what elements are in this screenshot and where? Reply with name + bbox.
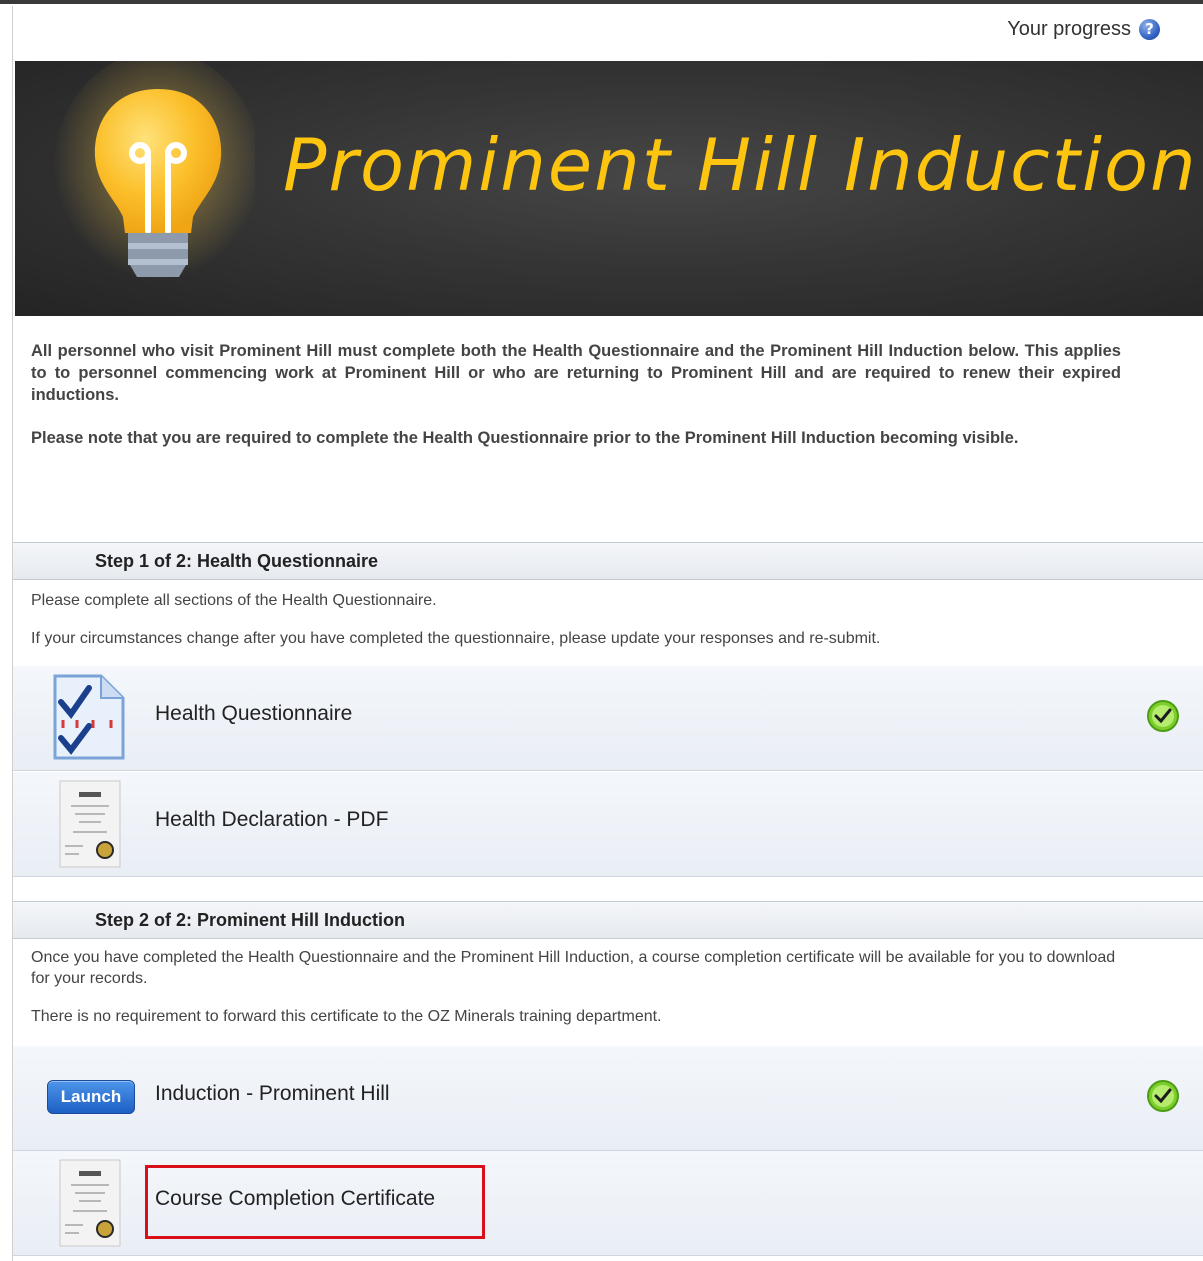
step2-desc-line1: Once you have completed the Health Quest…	[31, 949, 1116, 987]
lightbulb-icon	[53, 61, 255, 291]
launch-button[interactable]: Launch	[47, 1080, 135, 1114]
intro-note: Please note that you are required to com…	[31, 429, 1019, 447]
step1-desc-line1: Please complete all sections of the Heal…	[31, 592, 437, 609]
questionnaire-icon	[53, 674, 125, 760]
step1-title: Step 1 of 2: Health Questionnaire	[95, 551, 379, 571]
completed-check-icon	[1147, 700, 1179, 732]
activity-health-declaration[interactable]: Health Declaration - PDF	[13, 772, 1203, 877]
intro-text: All personnel who visit Prominent Hill m…	[31, 340, 1121, 449]
step1-desc-line2: If your circumstances change after you h…	[31, 630, 881, 647]
step2-description: Once you have completed the Health Quest…	[31, 947, 1121, 1027]
banner-title: Prominent Hill Induction	[283, 123, 1198, 207]
activity-course-certificate[interactable]: Course Completion Certificate	[13, 1151, 1203, 1256]
activity-label[interactable]: Health Questionnaire	[155, 702, 352, 726]
step1-description: Please complete all sections of the Heal…	[31, 590, 1121, 649]
step2-desc-line2: There is no requirement to forward this …	[31, 1008, 662, 1025]
activity-label[interactable]: Health Declaration - PDF	[155, 808, 388, 832]
completed-check-icon	[1147, 1080, 1179, 1112]
course-banner: Prominent Hill Induction	[15, 61, 1203, 316]
activity-induction[interactable]: Launch Induction - Prominent Hill	[13, 1046, 1203, 1151]
certificate-icon	[59, 780, 121, 868]
intro-paragraph: All personnel who visit Prominent Hill m…	[31, 342, 1121, 404]
step2-title: Step 2 of 2: Prominent Hill Induction	[95, 910, 406, 930]
certificate-icon	[59, 1159, 121, 1247]
help-icon[interactable]: ?	[1139, 18, 1160, 40]
your-progress: Your progress ?	[1007, 16, 1160, 42]
progress-label: Your progress	[1007, 17, 1131, 40]
step2-header: Step 2 of 2: Prominent Hill Induction	[13, 901, 1203, 939]
course-page: Your progress ? Prominent Hill Induction…	[12, 6, 1203, 1261]
step1-header: Step 1 of 2: Health Questionnaire	[13, 542, 1203, 580]
top-border	[0, 0, 1203, 4]
activity-label[interactable]: Induction - Prominent Hill	[155, 1082, 390, 1106]
highlight-box	[145, 1165, 485, 1239]
activity-health-questionnaire[interactable]: Health Questionnaire	[13, 666, 1203, 771]
